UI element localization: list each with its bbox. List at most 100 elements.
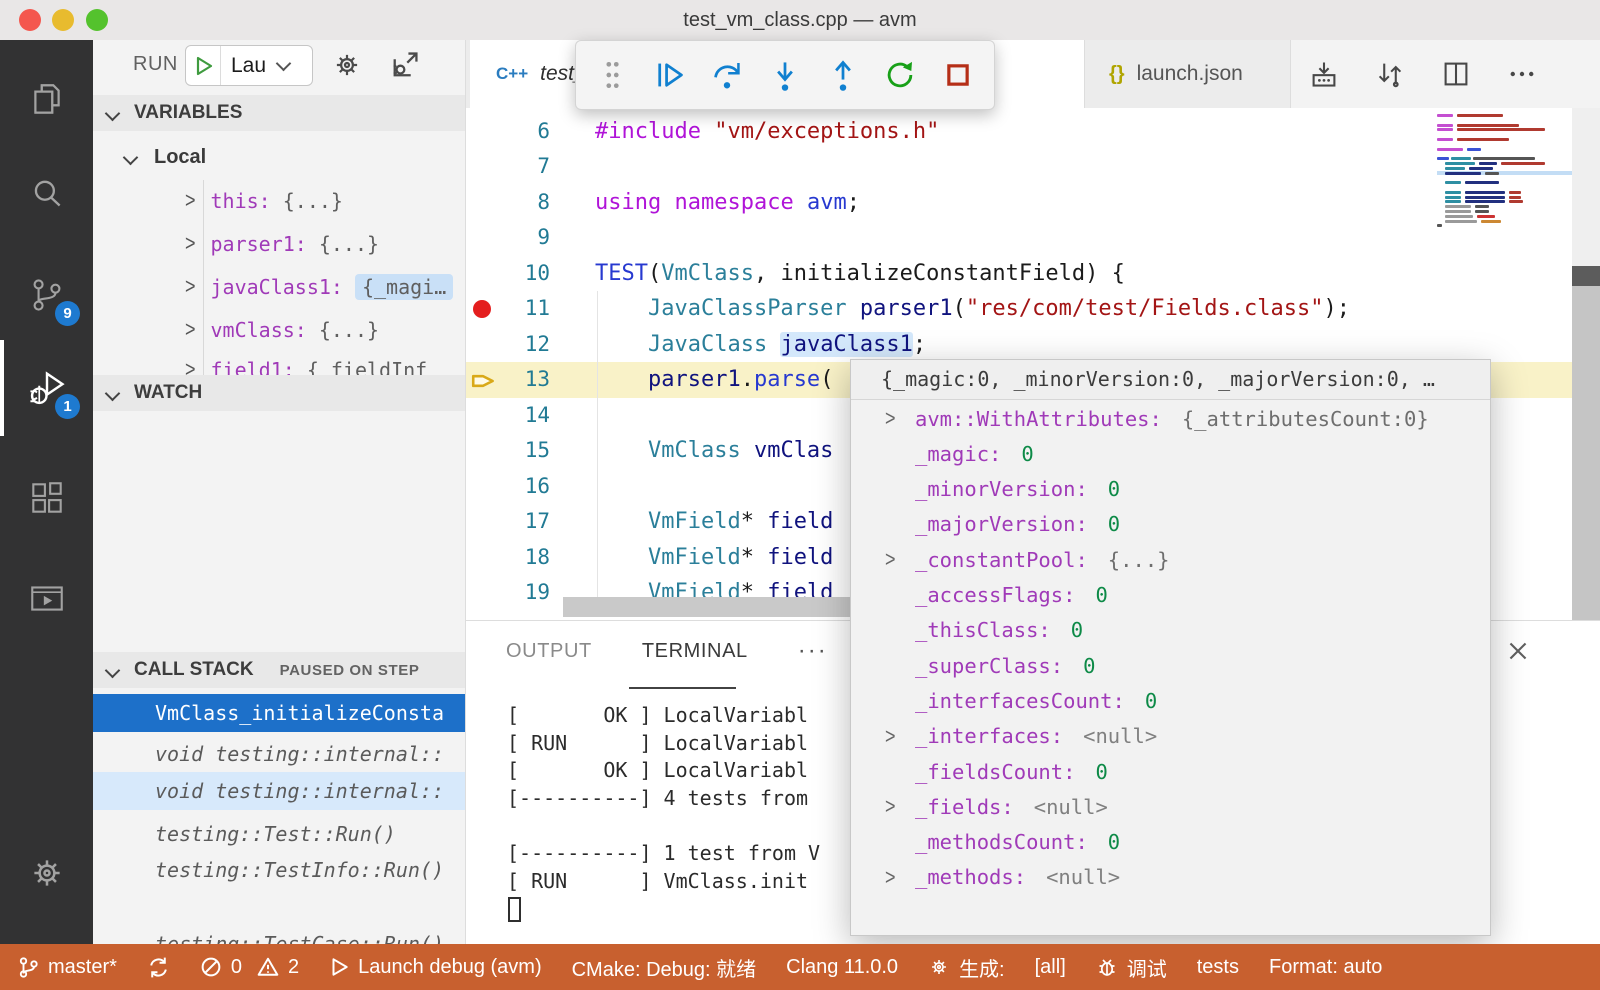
- tab-output[interactable]: OUTPUT: [506, 640, 592, 663]
- maximize-window-button[interactable]: [86, 9, 108, 31]
- close-window-button[interactable]: [19, 9, 41, 31]
- restart-button[interactable]: [880, 53, 920, 97]
- sidebar-item-search[interactable]: [0, 151, 93, 239]
- popup-variable-row[interactable]: _minorVersion:0: [851, 472, 1490, 507]
- popup-variable-row[interactable]: >_constantPool:{...}: [851, 542, 1490, 577]
- code-token: [595, 296, 648, 321]
- step-over-button[interactable]: [707, 53, 747, 97]
- build-target-item[interactable]: [all]: [1035, 956, 1066, 979]
- popup-variable-row[interactable]: _methodsCount:0: [851, 825, 1490, 860]
- code-line[interactable]: using namespace avm;: [595, 185, 860, 221]
- popup-variable-row[interactable]: _fieldsCount:0: [851, 754, 1490, 789]
- code-line[interactable]: VmClass vmClas: [595, 433, 833, 469]
- code-line[interactable]: TEST(VmClass, initializeConstantField) {: [595, 256, 1125, 292]
- toolbar-drag-handle[interactable]: [592, 53, 632, 97]
- sidebar-item-source-control[interactable]: 9: [0, 251, 93, 339]
- popup-variable-row[interactable]: _superClass:0: [851, 648, 1490, 683]
- popup-variable-row[interactable]: _majorVersion:0: [851, 507, 1490, 542]
- panel-more-button[interactable]: ···: [798, 637, 828, 665]
- minimap-segment: [1465, 196, 1505, 199]
- variable-row[interactable]: >this:{...}: [93, 182, 466, 219]
- launch-debug-item[interactable]: Launch debug (avm): [329, 956, 541, 979]
- minimap-segment: [1445, 181, 1461, 184]
- breakpoint-icon[interactable]: [473, 300, 491, 318]
- code-token: "vm/exceptions.h": [714, 119, 939, 144]
- step-into-button[interactable]: [765, 53, 805, 97]
- minimize-window-button[interactable]: [52, 9, 74, 31]
- stop-button[interactable]: [938, 53, 978, 97]
- variable-row[interactable]: >parser1:{...}: [93, 225, 466, 262]
- branch-name: master*: [48, 956, 117, 979]
- tab-terminal[interactable]: TERMINAL: [642, 640, 748, 663]
- stack-frame[interactable]: void testing::internal::: [93, 735, 466, 773]
- compare-changes-button[interactable]: [1373, 57, 1407, 91]
- stack-frame[interactable]: testing::TestInfo::Run(): [93, 851, 466, 889]
- popup-variable-row[interactable]: >_interfaces:<null>: [851, 719, 1490, 754]
- format-item[interactable]: Format: auto: [1269, 956, 1382, 979]
- code-line[interactable]: VmField* field: [595, 504, 833, 540]
- cmake-debug-item[interactable]: 调试: [1096, 953, 1167, 982]
- minimap[interactable]: [1437, 113, 1572, 228]
- close-panel-button[interactable]: [1504, 637, 1532, 670]
- popup-variable-row[interactable]: _magic:0: [851, 436, 1490, 471]
- sidebar-item-test-panel[interactable]: [0, 554, 93, 642]
- launch-config-control[interactable]: Lau: [185, 45, 313, 86]
- minimap-segment: [1445, 210, 1471, 213]
- start-debug-button[interactable]: [186, 46, 221, 85]
- horizontal-scrollbar-handle[interactable]: [563, 597, 853, 617]
- stack-frame[interactable]: void testing::internal::: [93, 772, 466, 810]
- sync-changes-item[interactable]: [147, 956, 170, 979]
- code-token: [741, 438, 754, 463]
- step-out-button[interactable]: [823, 53, 863, 97]
- code-line[interactable]: parser1.parse(: [595, 362, 833, 398]
- popup-variable-row[interactable]: >avm::WithAttributes:{_attributesCount:0…: [851, 401, 1490, 436]
- popup-variable-row[interactable]: >_methods:<null>: [851, 860, 1490, 895]
- code-line[interactable]: #include "vm/exceptions.h": [595, 114, 939, 150]
- code-line[interactable]: JavaClassParser parser1("res/com/test/Fi…: [595, 291, 1350, 327]
- line-number: 17: [466, 504, 550, 540]
- problems-item[interactable]: 0 2: [200, 956, 299, 979]
- watch-section-header[interactable]: WATCH: [93, 375, 466, 411]
- continue-button[interactable]: [650, 53, 690, 97]
- minimap-segment: [1445, 167, 1465, 170]
- open-debug-console-button[interactable]: [389, 49, 421, 86]
- variable-row[interactable]: >javaClass1:{_magi…: [93, 268, 466, 305]
- vertical-scrollbar-handle[interactable]: [1572, 286, 1600, 620]
- call-stack-section-header[interactable]: CALL STACK PAUSED ON STEP: [93, 652, 466, 688]
- stack-frame[interactable]: VmClass_initializeConsta: [93, 694, 466, 732]
- tab-launch-json[interactable]: {} launch.json: [1085, 40, 1291, 108]
- terminal-line: [ OK ] LocalVariabl: [507, 757, 808, 785]
- run-below-button[interactable]: [1307, 57, 1341, 91]
- popup-variable-row[interactable]: >_fields:<null>: [851, 789, 1490, 824]
- sidebar-item-explorer[interactable]: [0, 56, 93, 144]
- terminal-cursor: [508, 897, 521, 922]
- panel-run-icon: [27, 578, 67, 618]
- split-editor-button[interactable]: [1439, 57, 1473, 91]
- sidebar-item-run-debug[interactable]: 1: [0, 344, 93, 432]
- manage-button[interactable]: [0, 829, 93, 917]
- compiler-item[interactable]: Clang 11.0.0: [786, 956, 898, 979]
- variables-section-header[interactable]: VARIABLES: [93, 95, 466, 131]
- minimap-segment: [1457, 128, 1545, 131]
- hover-value-summary: {_magic:0, _minorVersion:0, _majorVersio…: [851, 360, 1490, 400]
- popup-variable-row[interactable]: _accessFlags:0: [851, 578, 1490, 613]
- popup-variable-row[interactable]: _interfacesCount:0: [851, 683, 1490, 718]
- stack-frame[interactable]: testing::Test::Run(): [93, 815, 466, 853]
- variables-scope-local[interactable]: Local: [93, 138, 466, 176]
- popup-variable-value: 0: [1108, 512, 1120, 536]
- ellipsis-icon: [1507, 59, 1537, 89]
- sidebar-item-extensions[interactable]: [0, 454, 93, 542]
- code-line[interactable]: JavaClass javaClass1;: [595, 327, 926, 363]
- stack-frame[interactable]: testing::TestCase::Run(): [93, 925, 466, 944]
- git-branch-item[interactable]: master*: [18, 956, 117, 979]
- popup-variable-row[interactable]: _thisClass:0: [851, 613, 1490, 648]
- tests-item[interactable]: tests: [1197, 956, 1239, 979]
- variable-row[interactable]: >vmClass:{...}: [93, 311, 466, 348]
- code-line[interactable]: VmField* field: [595, 540, 833, 576]
- more-actions-button[interactable]: [1505, 57, 1539, 91]
- cmake-status-item[interactable]: CMake: Debug: 就绪: [572, 953, 757, 982]
- cmake-build-item[interactable]: 生成:: [928, 953, 1005, 982]
- stack-frame-label: VmClass_initializeConsta: [155, 701, 444, 725]
- open-launch-json-button[interactable]: [331, 49, 363, 86]
- launch-config-name[interactable]: Lau: [231, 54, 266, 78]
